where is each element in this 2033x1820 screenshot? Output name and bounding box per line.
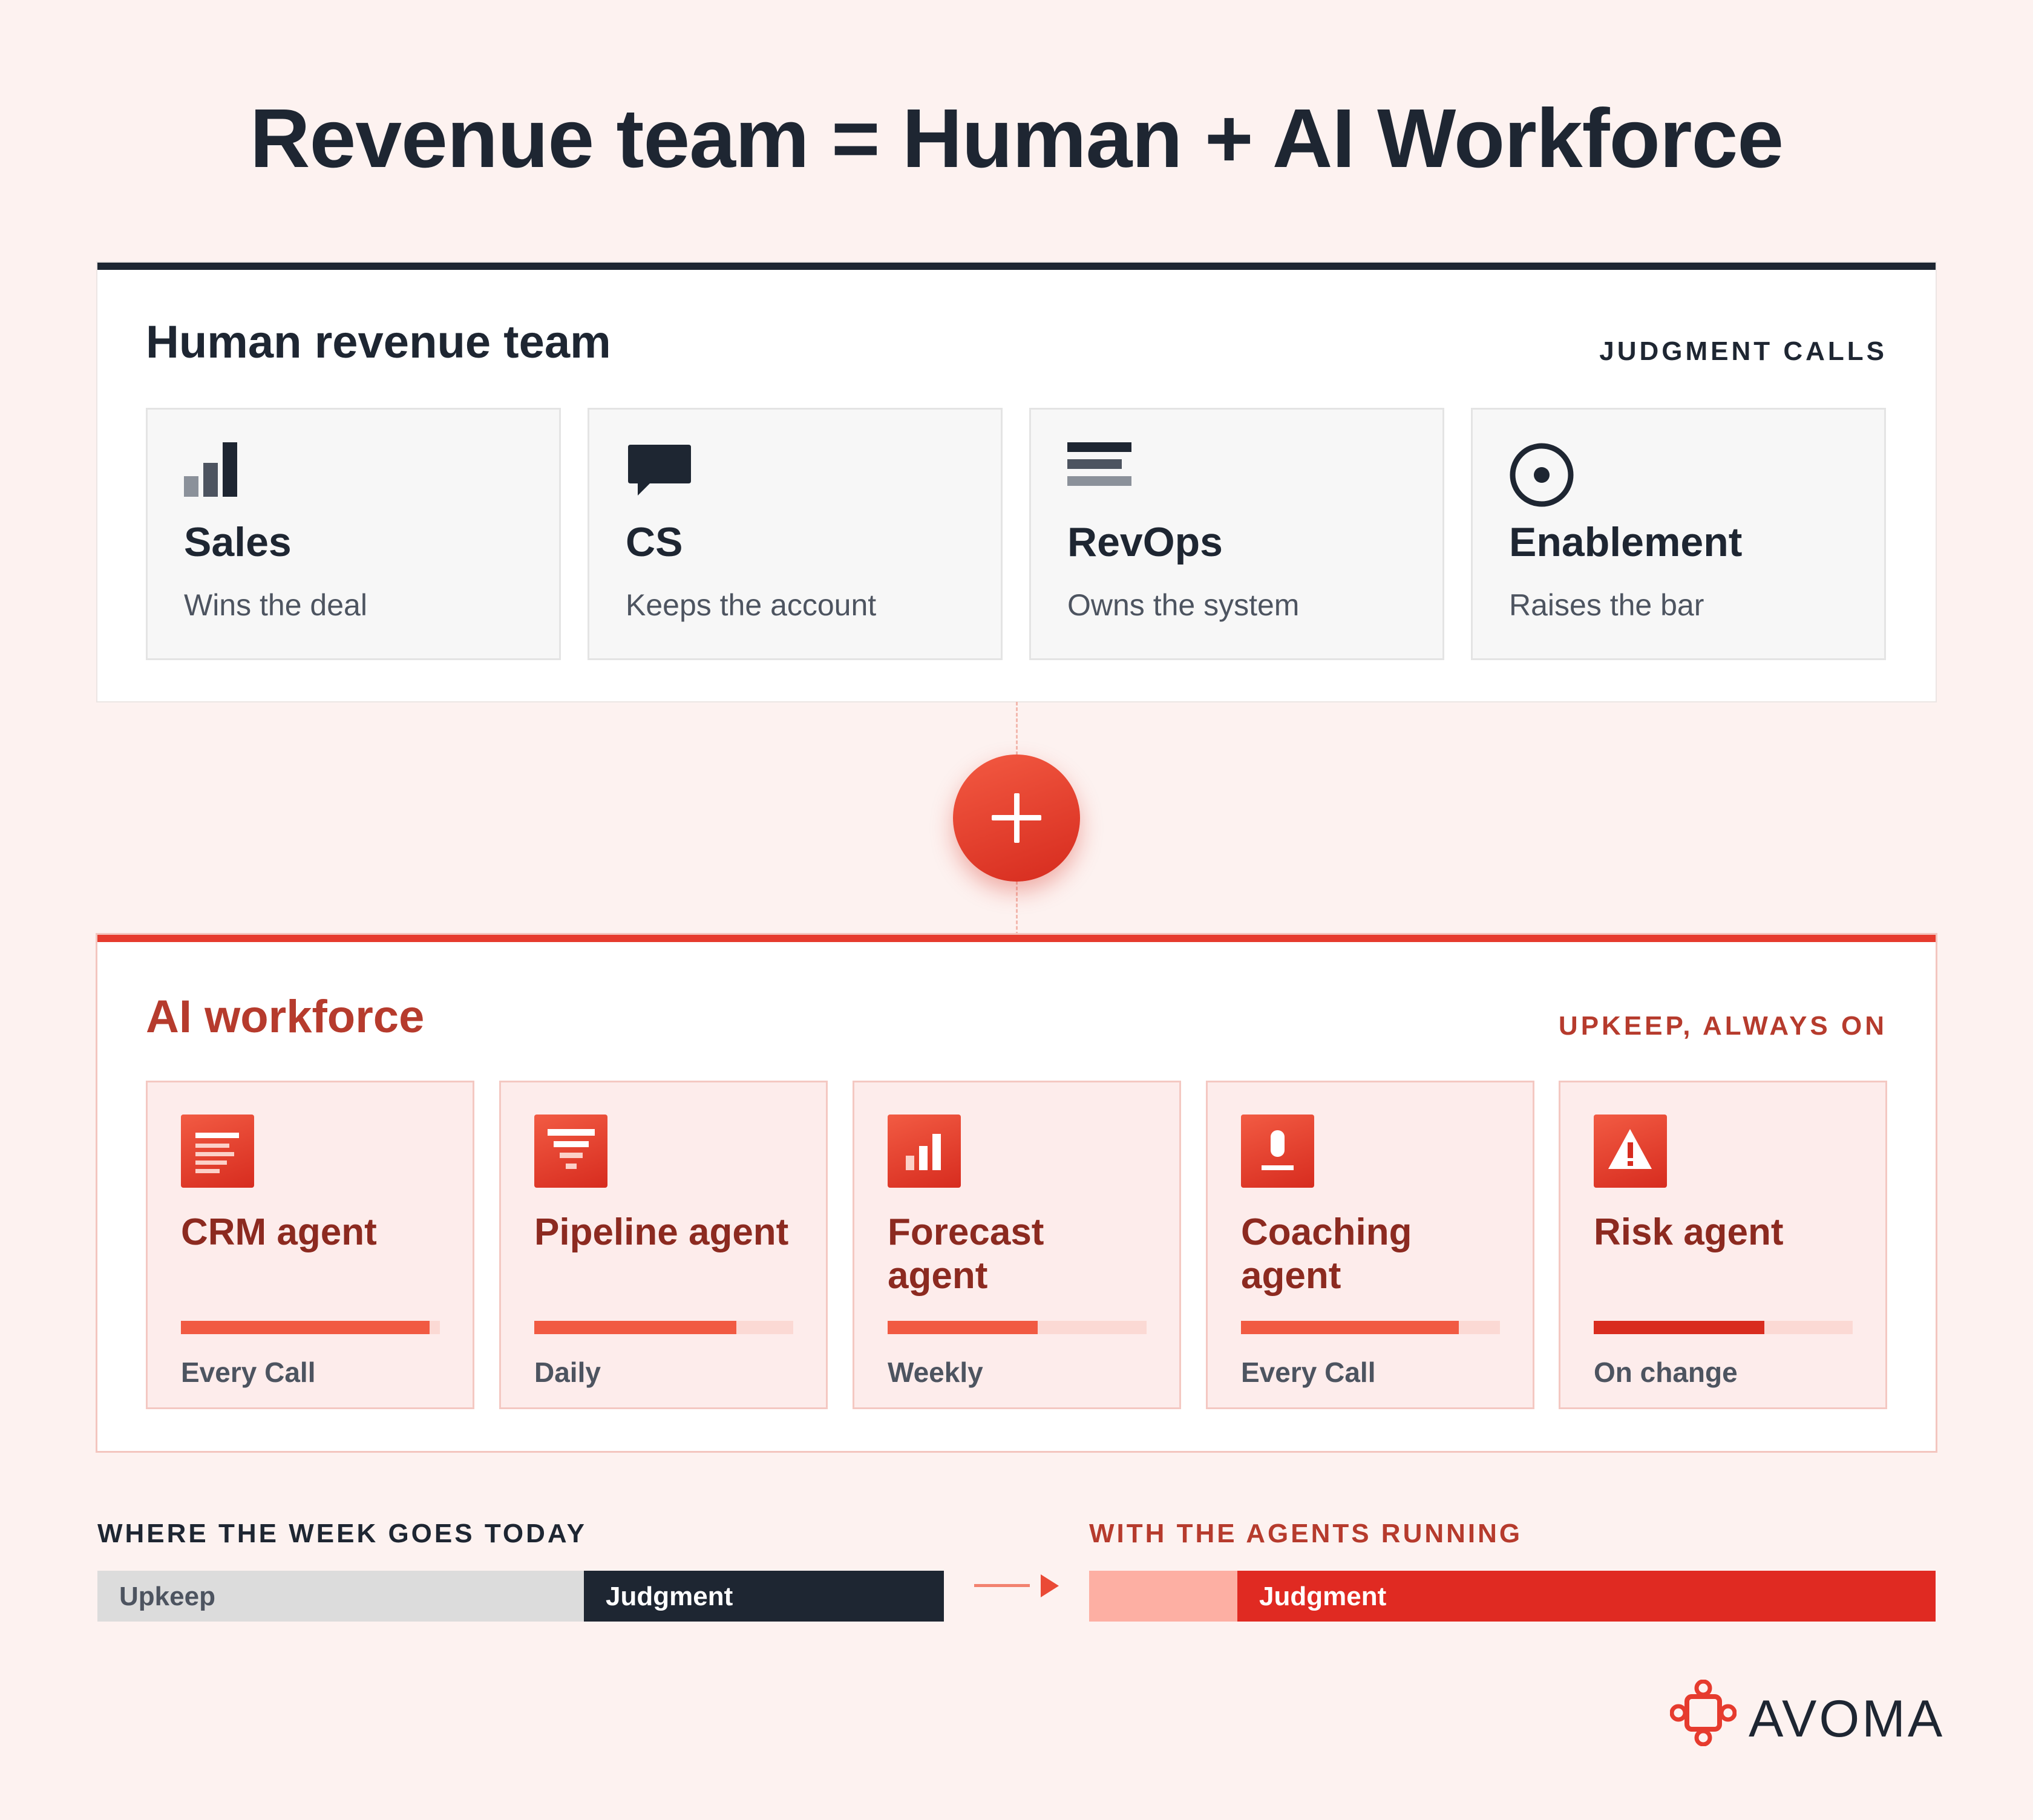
ai-card-risk: Risk agent On change [1559, 1081, 1887, 1409]
ai-panel-title: AI workforce [146, 991, 425, 1043]
plus-icon [953, 755, 1080, 882]
arrow-line [974, 1584, 1030, 1587]
human-card-name: CS [626, 519, 683, 565]
document-icon [181, 1115, 254, 1188]
ai-card-name: Coaching agent [1241, 1211, 1412, 1297]
today-label: WHERE THE WEEK GOES TODAY [97, 1519, 587, 1548]
ai-card-crm: CRM agent Every Call [146, 1081, 474, 1409]
frequency-bar [1594, 1321, 1853, 1334]
frequency-bar [888, 1321, 1147, 1334]
ai-card-name: CRM agent [181, 1211, 377, 1253]
stacked-lines-icon [1067, 442, 1134, 503]
with-agents-label: WITH THE AGENTS RUNNING [1089, 1519, 1523, 1548]
segment-label: Judgment [1259, 1582, 1387, 1611]
ai-card-forecast: Forecast agent Weekly [853, 1081, 1181, 1409]
avoma-logo-text: AVOMA [1749, 1690, 1945, 1748]
human-card-row: Sales Wins the deal CS Keeps the account… [146, 408, 1887, 660]
human-card-desc: Wins the deal [184, 588, 367, 622]
ai-card-frequency: Weekly [888, 1357, 983, 1388]
segment-label: Judgment [606, 1582, 733, 1611]
frequency-bar [534, 1321, 793, 1334]
ai-card-frequency: On change [1594, 1357, 1738, 1388]
human-card-enablement: Enablement Raises the bar [1471, 408, 1886, 660]
bar-chart-icon [184, 442, 250, 503]
page-title: Revenue team = Human + AI Workforce [249, 92, 1784, 185]
judgment-segment: Judgment [584, 1571, 944, 1622]
human-card-desc: Keeps the account [626, 588, 877, 622]
human-card-desc: Owns the system [1067, 588, 1300, 622]
frequency-bar [181, 1321, 440, 1334]
warning-icon [1594, 1115, 1667, 1188]
with-agents-bar: Judgment [1089, 1571, 1936, 1622]
funnel-icon [534, 1115, 607, 1188]
frequency-bar [1241, 1321, 1500, 1334]
bar-chart-icon [888, 1115, 961, 1188]
today-bar: Upkeep Judgment [97, 1571, 944, 1622]
avoma-logo-icon [1670, 1680, 1737, 1746]
connector-line-bottom [1016, 881, 1018, 935]
human-panel-title: Human revenue team [146, 316, 611, 368]
ai-workforce-panel: AI workforce UPKEEP, ALWAYS ON CRM agent… [97, 935, 1936, 1451]
human-team-panel: Human revenue team JUDGMENT CALLS Sales … [97, 263, 1936, 701]
ai-card-name: Risk agent [1594, 1211, 1784, 1253]
human-card-name: RevOps [1067, 519, 1223, 565]
avoma-logo: AVOMA [1670, 1680, 1942, 1752]
segment-label: Upkeep [119, 1582, 215, 1611]
ai-card-pipeline: Pipeline agent Daily [499, 1081, 828, 1409]
ai-card-row: CRM agent Every Call Pipeline agent Dail… [146, 1081, 1887, 1409]
human-card-name: Sales [184, 519, 292, 565]
upkeep-segment [1089, 1571, 1237, 1622]
human-card-desc: Raises the bar [1509, 588, 1704, 622]
ai-panel-tag: UPKEEP, ALWAYS ON [1558, 1011, 1887, 1041]
connector-line-top [1016, 702, 1018, 755]
ai-card-name: Pipeline agent [534, 1211, 789, 1253]
ai-card-frequency: Every Call [1241, 1357, 1376, 1388]
ai-card-frequency: Every Call [181, 1357, 316, 1388]
judgment-segment: Judgment [1237, 1571, 1936, 1622]
person-icon [1241, 1115, 1314, 1188]
target-icon [1509, 442, 1576, 507]
human-card-sales: Sales Wins the deal [146, 408, 561, 660]
arrow-right-icon [1041, 1574, 1059, 1597]
human-card-name: Enablement [1509, 519, 1743, 565]
upkeep-segment: Upkeep [97, 1571, 584, 1622]
human-card-cs: CS Keeps the account [588, 408, 1003, 660]
chat-bubble-icon [626, 442, 692, 503]
human-panel-tag: JUDGMENT CALLS [1599, 336, 1887, 366]
human-card-revops: RevOps Owns the system [1029, 408, 1444, 660]
ai-card-coaching: Coaching agent Every Call [1206, 1081, 1534, 1409]
ai-card-frequency: Daily [534, 1357, 601, 1388]
ai-card-name: Forecast agent [888, 1211, 1044, 1297]
